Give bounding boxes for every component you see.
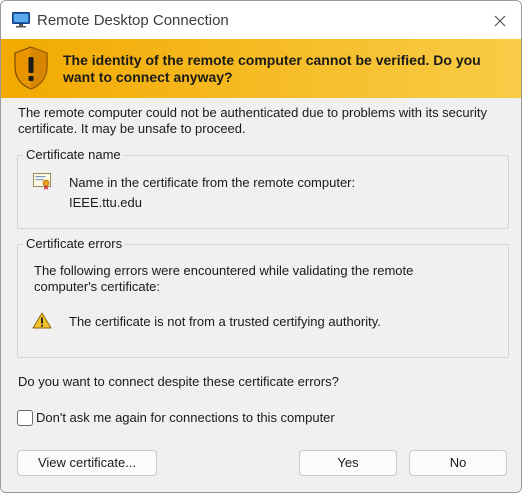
certificate-name-label: Certificate name: [23, 147, 124, 162]
intro-text: The remote computer could not be authent…: [18, 105, 487, 136]
certificate-errors-group: Certificate errors The following errors …: [17, 236, 509, 358]
warning-shield-icon: [12, 45, 50, 91]
certificate-name-group: Certificate name Name in the certificate…: [17, 147, 509, 229]
warning-icon: [32, 312, 52, 329]
certificate-name-description: Name in the certificate from the remote …: [69, 175, 356, 190]
dont-ask-again-label[interactable]: Don't ask me again for connections to th…: [36, 410, 335, 425]
dialog-body: The remote computer could not be authent…: [1, 98, 521, 492]
warning-banner: The identity of the remote computer cann…: [1, 39, 521, 98]
yes-button[interactable]: Yes: [299, 450, 397, 476]
dont-ask-again-checkbox[interactable]: [17, 410, 33, 426]
confirmation-question: Do you want to connect despite these cer…: [18, 374, 339, 389]
certificate-errors-label: Certificate errors: [23, 236, 126, 251]
dialog-window: Remote Desktop Connection The identity o…: [0, 0, 522, 493]
close-icon[interactable]: [489, 10, 511, 32]
certificate-errors-description: The following errors were encountered wh…: [34, 263, 414, 294]
window-title: Remote Desktop Connection: [37, 12, 229, 29]
banner-message: The identity of the remote computer cann…: [63, 52, 481, 85]
certificate-name-value: IEEE.ttu.edu: [69, 195, 142, 210]
certificate-icon: [33, 173, 53, 191]
title-bar: Remote Desktop Connection: [1, 1, 521, 39]
view-certificate-button[interactable]: View certificate...: [17, 450, 157, 476]
remote-desktop-icon: [12, 12, 30, 28]
certificate-error-item: The certificate is not from a trusted ce…: [69, 314, 381, 329]
no-button[interactable]: No: [409, 450, 507, 476]
